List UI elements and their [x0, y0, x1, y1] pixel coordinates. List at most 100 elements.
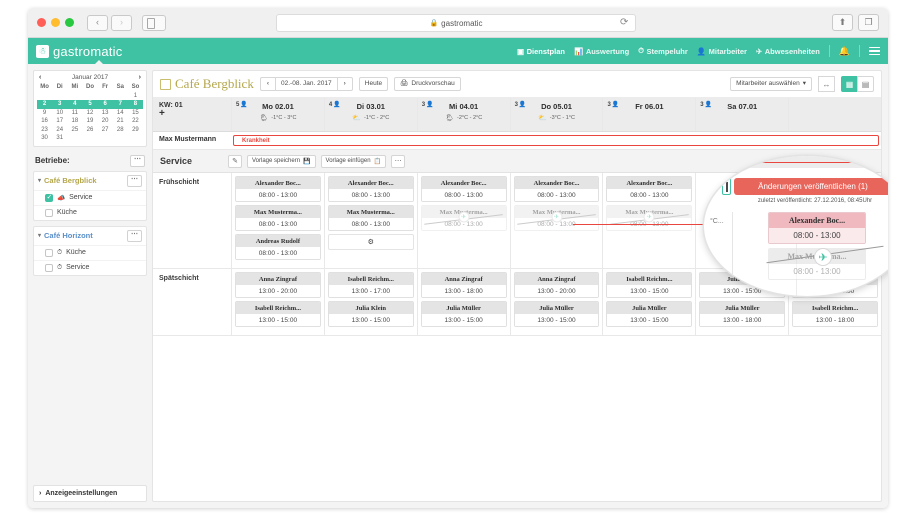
brand[interactable]: ☃ gastromatic	[36, 44, 122, 59]
shift-card[interactable]: Anna Zingraf 13:00 - 18:00	[420, 272, 507, 298]
today-button[interactable]: Heute	[358, 76, 389, 92]
insert-template-button[interactable]: Vorlage einfügen 📋	[320, 154, 387, 168]
lens-card-highlighted[interactable]: Alexander Boc... 08:00 - 13:00	[768, 212, 866, 244]
shift-day-cell[interactable]: Alexander Boc... 08:00 - 13:00 Max Musterm…	[509, 173, 603, 268]
day-header-so[interactable]	[788, 98, 881, 131]
calendar-day[interactable]: 8	[127, 100, 143, 109]
shift-card[interactable]: Alexander Boc... 08:00 - 13:00	[606, 176, 693, 202]
nav-mitarbeiter[interactable]: 👤 Mitarbeiter	[697, 47, 747, 56]
date-navigator[interactable]: ‹ 02.-08. Jan. 2017 ›	[259, 76, 353, 92]
calendar-day[interactable]: 20	[98, 117, 113, 126]
view-toggle-group[interactable]: ▦ ▤	[841, 76, 874, 92]
checkbox-horizont-kueche[interactable]	[45, 248, 53, 257]
calendar-day[interactable]: 17	[52, 117, 67, 126]
calendar-day[interactable]: 23	[37, 126, 52, 135]
day-header-sa[interactable]: 3 👤 Sa 07.01	[695, 98, 788, 131]
shift-day-cell[interactable]: Anna Zingraf 13:00 - 20:00 Isabell Reichm.…	[231, 269, 324, 335]
minimize-window-button[interactable]	[51, 18, 60, 27]
window-controls[interactable]	[37, 18, 74, 27]
shift-day-cell[interactable]: Isabell Reichm... 13:00 - 17:00 Julia Klei…	[323, 269, 417, 335]
shift-card[interactable]: Alexander Boc... 08:00 - 13:00	[420, 176, 507, 202]
day-header-mi[interactable]: 3 👤 Mi 04.01 🌦 -2°C - 2°C	[416, 98, 510, 131]
tabs-icon[interactable]: ❐	[858, 14, 879, 31]
calendar-day[interactable]: 1	[128, 92, 143, 101]
back-button[interactable]: ‹	[87, 14, 108, 31]
reload-icon[interactable]: ⟳	[620, 17, 628, 28]
shift-card[interactable]: Julia Klein13:00 - 15:00	[327, 301, 414, 327]
checkbox-horizont-service[interactable]	[45, 263, 53, 272]
chevron-down-icon[interactable]: ▾	[38, 232, 41, 239]
shift-day-cell[interactable]: Alexander Boc... 08:00 - 13:00 Max Musterm…	[602, 173, 695, 268]
calendar-widget[interactable]: ‹ Januar 2017 › Mo Di Mi Do Fr Sa So 123…	[33, 70, 147, 147]
display-settings-button[interactable]: › Anzeigeeinstellungen	[33, 485, 147, 502]
shift-card[interactable]: Julia Müller 13:00 - 15:00	[420, 301, 507, 327]
add-row-button[interactable]: +	[159, 109, 225, 119]
shift-card[interactable]: Andreas Rudolf 08:00 - 13:00	[235, 234, 321, 260]
date-range-label[interactable]: 02.-08. Jan. 2017	[275, 76, 338, 92]
betriebe-menu-button[interactable]: ⋯	[130, 154, 145, 167]
calendar-day[interactable]: 12	[82, 109, 97, 118]
calendar-day[interactable]: 9	[37, 109, 52, 118]
shift-card[interactable]: Alexander Boc... 08:00 - 13:00	[513, 176, 600, 202]
nav-auswertung[interactable]: 📊 Auswertung	[574, 47, 629, 56]
print-preview-button[interactable]: 🖨 Druckvorschau	[394, 76, 461, 92]
calendar-day[interactable]: 29	[128, 126, 143, 135]
group-item-service[interactable]: 📣 Service	[34, 189, 146, 205]
pencil-icon[interactable]: ✎	[228, 154, 242, 168]
calendar-day[interactable]: 18	[67, 117, 82, 126]
calendar-day[interactable]: 6	[97, 100, 113, 109]
calendar-day[interactable]: 21	[113, 117, 128, 126]
shift-card[interactable]: Julia Müller 13:00 - 18:00	[699, 301, 786, 327]
calendar-day[interactable]: 31	[52, 134, 67, 143]
group-item-horizont-kueche[interactable]: ⏱ Küche	[34, 244, 146, 260]
forward-button[interactable]: ›	[111, 14, 132, 31]
bell-icon[interactable]: 🔔	[839, 46, 850, 57]
calendar-day[interactable]: 22	[128, 117, 143, 126]
calendar-day[interactable]: 15	[128, 109, 143, 118]
calendar-day[interactable]: 13	[98, 109, 113, 118]
day-header-mo[interactable]: 5 👤 Mo 02.01 🌦 -1°C - 3°C	[231, 98, 324, 131]
calendar-day[interactable]: 2	[37, 100, 53, 109]
shift-card[interactable]: Max Musterma... 08:00 - 13:00	[235, 205, 321, 231]
group-item-horizont-service[interactable]: ⏱ Service	[34, 259, 146, 275]
calendar-day[interactable]: 3	[52, 100, 68, 109]
shift-card[interactable]: Alexander Boc... 08:00 - 13:00	[235, 176, 321, 202]
share-icon[interactable]: ⬆	[832, 14, 853, 31]
shift-card[interactable]: Isabell Reichm... 13:00 - 18:00	[792, 301, 879, 327]
shift-day-cell[interactable]: Alexander Boc... 08:00 - 13:00 Max Musterm…	[416, 173, 510, 268]
calendar-day[interactable]: 14	[113, 109, 128, 118]
checkbox-kueche[interactable]	[45, 208, 53, 217]
close-window-button[interactable]	[37, 18, 46, 27]
nav-abwesenheiten[interactable]: ✈ Abwesenheiten	[756, 47, 820, 56]
shift-card[interactable]: Max Musterma... 08:00 - 13:00 ✈	[513, 205, 600, 231]
calendar-prev-button[interactable]: ‹	[39, 74, 41, 81]
save-template-button[interactable]: Vorlage speichern 💾	[247, 154, 316, 168]
shift-day-cell[interactable]: Anna Zingraf 13:00 - 18:00 Julia Müller 13:…	[416, 269, 510, 335]
chevron-down-icon[interactable]: ▾	[38, 177, 41, 184]
resize-horizontal-icon[interactable]: ↔	[818, 76, 835, 92]
shift-card[interactable]: Isabell Reichm... 13:00 - 15:00	[235, 301, 321, 327]
calendar-day[interactable]: 28	[113, 126, 128, 135]
checkbox-service[interactable]	[45, 193, 53, 202]
calendar-day[interactable]: 19	[82, 117, 97, 126]
browser-nav-buttons[interactable]: ‹ ›	[87, 14, 132, 31]
calendar-day[interactable]: 5	[82, 100, 98, 109]
nav-dienstplan[interactable]: ▣ Dienstplan	[517, 47, 565, 56]
shift-day-cell[interactable]: Alexander Boc... 08:00 - 13:00 Max Musterm…	[231, 173, 324, 268]
group-item-kueche[interactable]: Küche	[34, 204, 146, 220]
shift-card[interactable]: Isabell Reichm... 13:00 - 17:00	[327, 272, 414, 298]
shift-card[interactable]: Max Musterma... 08:00 - 13:00 ✈	[606, 205, 693, 231]
add-shift-button[interactable]: ⚙	[327, 234, 414, 250]
calendar-day[interactable]: 30	[37, 134, 52, 143]
shift-day-cell[interactable]: Isabell Reichm... 13:00 - 15:00 Julia Müll…	[602, 269, 695, 335]
calendar-next-button[interactable]: ›	[139, 74, 141, 81]
address-bar[interactable]: 🔒 gastromatic	[276, 14, 636, 32]
date-prev-button[interactable]: ‹	[259, 76, 276, 92]
sidebar-toggle-icon[interactable]	[142, 14, 166, 31]
calendar-day[interactable]: 27	[98, 126, 113, 135]
group-horizont-menu[interactable]: ⋯	[127, 229, 142, 242]
date-next-button[interactable]: ›	[336, 76, 353, 92]
day-header-do[interactable]: 3 👤 Do 05.01 ⛅ -3°C - 1°C	[509, 98, 603, 131]
calendar-day[interactable]: 24	[52, 126, 67, 135]
list-view-icon[interactable]: ▤	[857, 76, 874, 92]
